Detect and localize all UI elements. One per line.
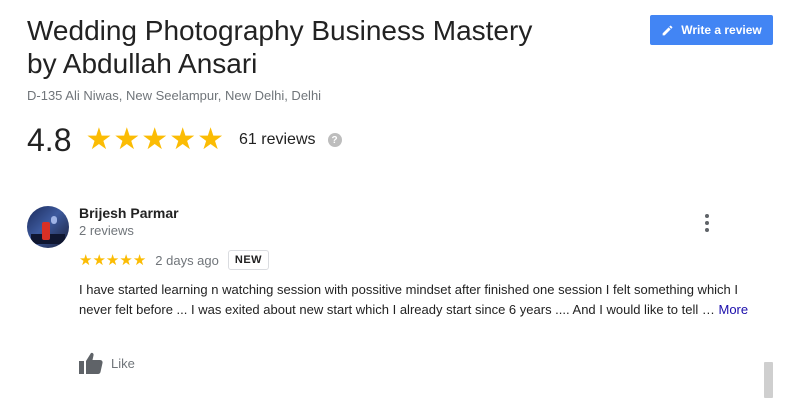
business-address: D-135 Ali Niwas, New Seelampur, New Delh… bbox=[27, 88, 322, 103]
thumbs-up-icon bbox=[79, 352, 103, 374]
write-review-label: Write a review bbox=[681, 23, 762, 37]
review-stars: ★ ★ ★ ★ ★ bbox=[79, 253, 146, 268]
star-icon: ★ bbox=[197, 123, 225, 156]
business-title: Wedding Photography Business Mastery by … bbox=[27, 15, 533, 79]
like-label: Like bbox=[111, 355, 135, 371]
review-text: I have started learning n watching sessi… bbox=[79, 280, 769, 320]
review-count-link[interactable]: 61 reviews bbox=[239, 131, 315, 149]
rating-stars: ★ ★ ★ ★ ★ bbox=[85, 125, 225, 155]
review-body: I have started learning n watching sessi… bbox=[79, 282, 739, 317]
star-icon: ★ bbox=[85, 123, 113, 156]
pencil-icon bbox=[662, 25, 673, 35]
scrollbar-thumb[interactable] bbox=[764, 362, 773, 398]
reviewer-review-count: 2 reviews bbox=[79, 223, 134, 238]
rating-value: 4.8 bbox=[27, 121, 72, 158]
star-icon: ★ bbox=[79, 251, 93, 269]
like-button[interactable]: Like bbox=[79, 349, 135, 377]
more-vert-icon[interactable] bbox=[700, 214, 714, 232]
review-time: 2 days ago bbox=[155, 252, 219, 268]
star-icon: ★ bbox=[141, 123, 169, 156]
new-badge: NEW bbox=[227, 250, 270, 270]
write-review-button[interactable]: Write a review bbox=[650, 15, 773, 45]
question-circle-icon[interactable]: ? bbox=[327, 133, 342, 147]
rating-summary: 4.8 ★ ★ ★ ★ ★ 61 reviews ? bbox=[27, 118, 342, 162]
star-icon: ★ bbox=[92, 251, 106, 269]
more-link[interactable]: More bbox=[719, 302, 749, 317]
star-icon: ★ bbox=[132, 251, 147, 269]
star-icon: ★ bbox=[113, 123, 141, 156]
star-icon: ★ bbox=[119, 251, 133, 269]
star-icon: ★ bbox=[105, 251, 120, 269]
star-icon: ★ bbox=[169, 123, 197, 156]
review-meta: ★ ★ ★ ★ ★ 2 days ago NEW bbox=[79, 248, 270, 272]
review-panel: Wedding Photography Business Mastery by … bbox=[0, 0, 793, 401]
reviewer-name[interactable]: Brijesh Parmar bbox=[79, 205, 179, 221]
avatar[interactable] bbox=[27, 206, 69, 248]
